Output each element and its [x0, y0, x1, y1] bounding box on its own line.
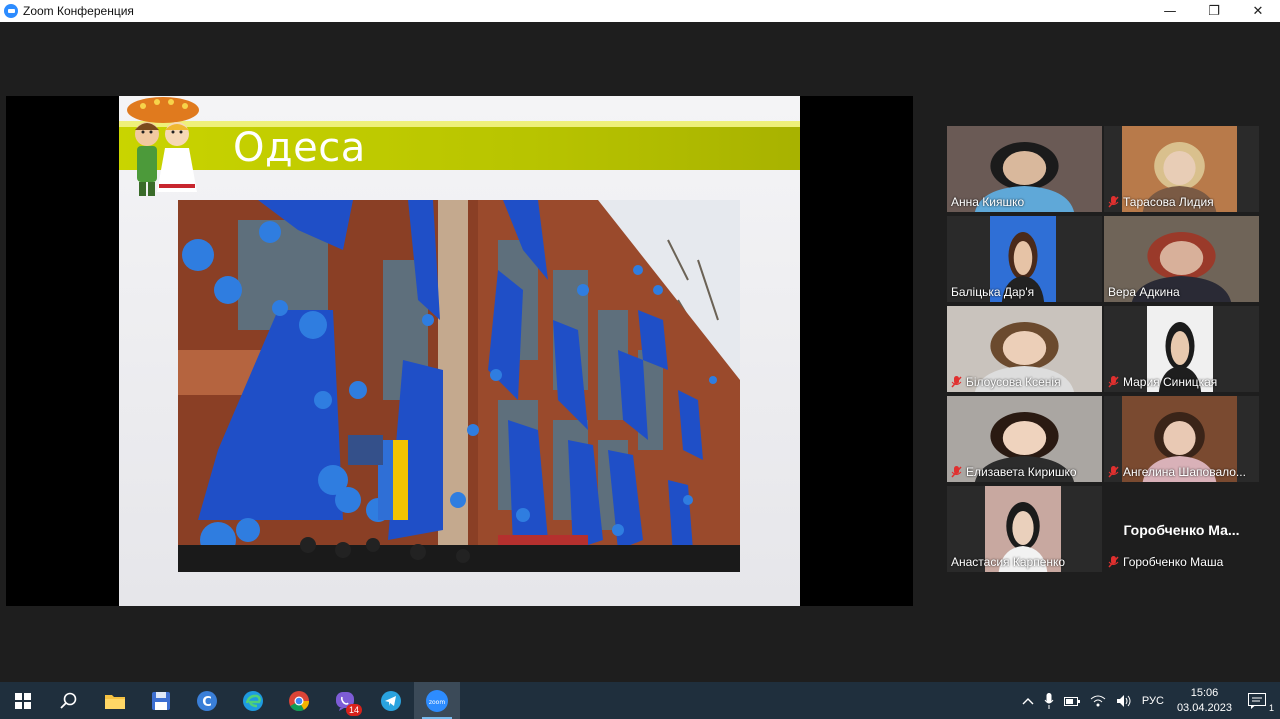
zoom-icon: zoom [426, 689, 448, 712]
participant-tile[interactable]: Елизавета Киришко [947, 396, 1102, 482]
dolls-illustration [127, 97, 199, 196]
language-indicator[interactable]: РУС [1137, 682, 1169, 719]
participant-name-label: Тарасова Лидия [1108, 195, 1214, 209]
participant-name: Мария Синицкая [1123, 375, 1218, 389]
start-icon[interactable] [0, 682, 46, 719]
save-icon[interactable] [138, 682, 184, 719]
close-button[interactable]: ✕ [1236, 0, 1280, 22]
muted-microphone-icon [1108, 466, 1119, 478]
participant-name: Білоусова Ксенія [966, 375, 1061, 389]
system-tray: РУС 15:06 03.04.2023 1 [1017, 682, 1280, 719]
battery-icon[interactable] [1059, 682, 1085, 719]
participant-tile[interactable]: Анастасия Карпенко [947, 486, 1102, 572]
participant-tile[interactable]: Ангелина Шаповало... [1104, 396, 1259, 482]
slide-title-band [119, 121, 800, 170]
participant-name-label: Горобченко Маша [1108, 555, 1223, 569]
clock-date: 03.04.2023 [1176, 701, 1232, 714]
minimize-button[interactable]: — [1148, 0, 1192, 22]
clock-time: 15:06 [1190, 686, 1219, 699]
participant-name: Тарасова Лидия [1123, 195, 1214, 209]
participant-name-label: Баліцька Дар'я [951, 285, 1034, 299]
muted-microphone-icon [951, 466, 962, 478]
notification-count: 1 [1268, 703, 1274, 713]
participant-name-label: Білоусова Ксенія [951, 375, 1061, 389]
window-titlebar: Zoom Конференция — ❐ ✕ [0, 0, 1280, 22]
edge-icon[interactable] [230, 682, 276, 719]
viber-badge: 14 [345, 704, 362, 716]
zoom-taskbar-button[interactable]: zoom [414, 682, 460, 719]
window-title: Zoom Конференция [23, 4, 134, 18]
participant-name-label: Елизавета Киришко [951, 465, 1077, 479]
clock[interactable]: 15:06 03.04.2023 [1169, 686, 1240, 716]
participant-tile[interactable]: Анна Кияшко [947, 126, 1102, 212]
chrome-icon[interactable] [276, 682, 322, 719]
participant-name: Баліцька Дар'я [951, 285, 1035, 299]
participant-center-name: Горобченко Ма... [1123, 522, 1240, 538]
ccleaner-icon[interactable]: C [184, 682, 230, 719]
muted-microphone-icon [1108, 196, 1119, 208]
viber-icon[interactable]: 14 [322, 682, 368, 719]
muted-microphone-icon [1108, 556, 1119, 568]
participant-name-label: Анастасия Карпенко [951, 555, 1065, 569]
slide-title: Одеса [233, 125, 366, 171]
participant-name: Ангелина Шаповало... [1123, 465, 1246, 479]
svg-text:C: C [202, 695, 212, 710]
participant-tile[interactable]: Вера Адкина [1104, 216, 1259, 302]
participant-tile[interactable]: Баліцька Дар'я [947, 216, 1102, 302]
telegram-icon[interactable] [368, 682, 414, 719]
wifi-icon[interactable] [1085, 682, 1111, 719]
file-explorer-icon[interactable] [92, 682, 138, 719]
participant-name-label: Вера Адкина [1108, 285, 1180, 299]
participant-tile[interactable]: Тарасова Лидия [1104, 126, 1259, 212]
muted-microphone-icon [951, 376, 962, 388]
participant-name: Анна Кияшко [951, 195, 1025, 209]
odesa-school-photo [178, 200, 740, 572]
svg-text:zoom: zoom [429, 699, 445, 706]
presentation-slide: Одеса [119, 96, 800, 606]
search-icon[interactable] [46, 682, 92, 719]
muted-microphone-icon [1108, 376, 1119, 388]
participant-tile[interactable]: Мария Синицкая [1104, 306, 1259, 392]
notifications-icon[interactable]: 1 [1240, 682, 1280, 719]
zoom-app-icon [4, 4, 18, 18]
participant-name-label: Мария Синицкая [1108, 375, 1217, 389]
shared-screen[interactable]: Одеса [6, 96, 913, 606]
participant-name: Анастасия Карпенко [951, 555, 1066, 569]
microphone-icon[interactable] [1039, 682, 1059, 719]
participant-name-label: Ангелина Шаповало... [1108, 465, 1246, 479]
windows-taskbar: C 14 zoom РУС 15:06 03.04.2023 1 [0, 682, 1280, 719]
participant-tile[interactable]: Горобченко Ма... Горобченко Маша [1104, 486, 1259, 572]
participant-name-label: Анна Кияшко [951, 195, 1024, 209]
participant-tile[interactable]: Білоусова Ксенія [947, 306, 1102, 392]
restore-button[interactable]: ❐ [1192, 0, 1236, 22]
participant-name: Горобченко Маша [1123, 555, 1224, 569]
meeting-area: Одеса Анна Кияшко Тарасова Лидия Баліцьк… [0, 22, 1280, 682]
participant-name: Елизавета Киришко [966, 465, 1077, 479]
participant-name: Вера Адкина [1108, 285, 1180, 299]
chevron-up-icon[interactable] [1017, 682, 1039, 719]
volume-icon[interactable] [1111, 682, 1137, 719]
